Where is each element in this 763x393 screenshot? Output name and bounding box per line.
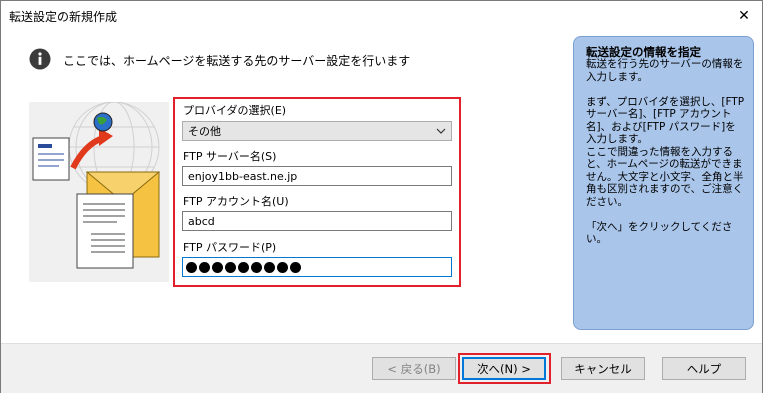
title-bar: 転送設定の新規作成 ✕ — [1, 1, 762, 31]
password-mask-dot — [277, 261, 288, 273]
help-body: 転送を行う先のサーバーの情報を入力します。 まず、プロバイダを選択し、[FTP … — [586, 58, 745, 245]
dialog-window: 転送設定の新規作成 ✕ ここでは、ホームページを転送する先のサーバー設定を行いま… — [0, 0, 763, 393]
password-mask-dot — [238, 261, 249, 273]
ftp-account-value: abcd — [188, 215, 215, 228]
password-mask-dot — [212, 261, 223, 273]
window-title: 転送設定の新規作成 — [9, 10, 118, 24]
help-button[interactable]: ヘルプ — [662, 357, 746, 380]
provider-value: その他 — [188, 125, 221, 138]
ftp-server-value: enjoy1bb-east.ne.jp — [188, 170, 298, 183]
password-mask-dot — [251, 261, 262, 273]
cancel-button[interactable]: キャンセル — [561, 357, 645, 380]
server-settings-form: プロバイダの選択(E) その他 FTP サーバー名(S) enjoy1bb-ea… — [173, 97, 461, 287]
info-message: ここでは、ホームページを転送する先のサーバー設定を行います — [63, 54, 411, 68]
account-label: FTP アカウント名(U) — [183, 195, 289, 208]
info-icon — [29, 48, 51, 70]
provider-label: プロバイダの選択(E) — [183, 104, 287, 117]
ftp-server-input[interactable]: enjoy1bb-east.ne.jp — [182, 166, 452, 186]
provider-select[interactable]: その他 — [182, 121, 452, 141]
next-button[interactable]: 次へ(N) > — [462, 357, 546, 380]
transfer-illustration — [29, 101, 169, 282]
password-mask-dot — [225, 261, 236, 273]
password-mask-dot — [199, 261, 210, 273]
password-label: FTP パスワード(P) — [183, 241, 277, 254]
ftp-password-input[interactable] — [182, 257, 452, 277]
ftp-account-input[interactable]: abcd — [182, 211, 452, 231]
close-button[interactable]: ✕ — [730, 3, 758, 29]
close-icon: ✕ — [738, 8, 750, 24]
password-mask-dot — [290, 261, 301, 273]
password-mask-dot — [186, 261, 197, 273]
button-bar: < 戻る(B) 次へ(N) > キャンセル ヘルプ — [1, 343, 762, 393]
server-label: FTP サーバー名(S) — [183, 150, 277, 163]
back-button[interactable]: < 戻る(B) — [372, 357, 456, 380]
password-mask-dot — [264, 261, 275, 273]
chevron-down-icon — [436, 128, 446, 134]
help-panel: 転送設定の情報を指定 転送を行う先のサーバーの情報を入力します。 まず、プロバイ… — [573, 36, 754, 330]
